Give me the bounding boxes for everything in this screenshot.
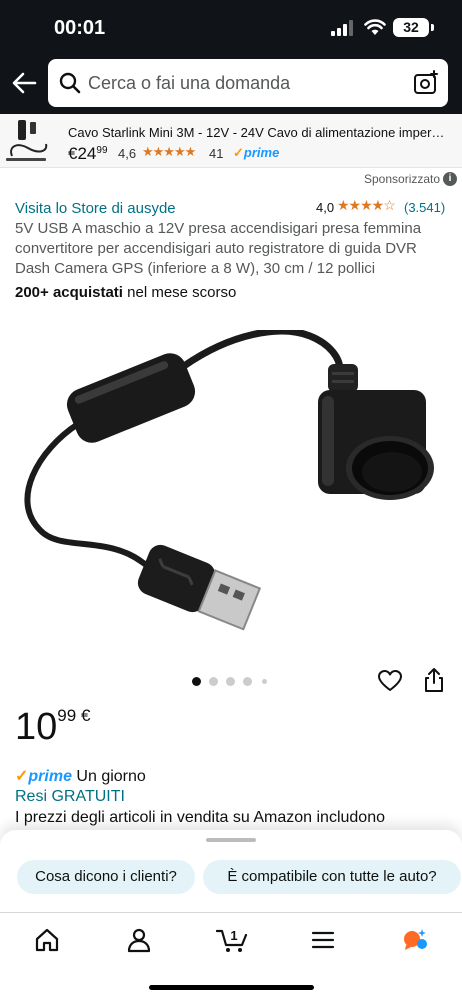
sponsored-label: Sponsorizzato (364, 172, 441, 186)
battery-cap (431, 24, 434, 31)
sponsored-product-price: €2499 (68, 144, 108, 164)
top-bar: 00:01 32 (0, 0, 462, 114)
carousel-dot[interactable] (262, 679, 267, 684)
bottom-nav: 1 (0, 912, 462, 1000)
purchase-count: 200+ acquistati nel mese scorso (15, 284, 236, 301)
home-indicator[interactable] (149, 985, 314, 990)
store-link[interactable]: Visita lo Store di ausyde (15, 200, 176, 217)
sponsored-product-review-count: 41 (209, 146, 224, 161)
delivery-info: ✓prime Un giorno (15, 766, 146, 786)
cart-icon[interactable]: 1 (216, 927, 248, 953)
status-bar: 00:01 32 (0, 0, 462, 56)
product-image[interactable] (20, 330, 440, 650)
sponsored-product-thumbnail[interactable] (4, 116, 54, 166)
free-returns-link[interactable]: Resi GRATUITI (15, 788, 125, 806)
price-currency: € (80, 706, 91, 725)
heart-icon[interactable] (377, 668, 403, 694)
carousel-dot[interactable] (226, 677, 235, 686)
share-icon[interactable] (423, 667, 445, 693)
sponsored-product-rating: 4,6 (118, 146, 137, 161)
menu-icon[interactable] (310, 927, 336, 953)
prime-check-icon: ✓ (15, 768, 29, 785)
carousel-dot[interactable] (209, 677, 218, 686)
signal-icon (331, 20, 353, 36)
home-icon[interactable] (34, 927, 60, 953)
info-icon[interactable]: i (443, 172, 457, 186)
price-fraction: 99 (57, 706, 77, 725)
quick-question-chip[interactable]: È compatibile con tutte le auto? (203, 860, 461, 894)
rufus-assistant-icon[interactable] (402, 927, 428, 953)
prime-label: prime (243, 145, 280, 160)
cart-count: 1 (230, 928, 237, 943)
product-price: 1099 € (15, 706, 90, 749)
sponsored-product-stars: ★★★★★ (142, 144, 196, 159)
search-bar[interactable] (48, 59, 448, 107)
product-stars[interactable]: ★★★★☆ (337, 197, 396, 214)
search-input[interactable] (88, 59, 408, 107)
product-review-count[interactable]: (3.541) (404, 200, 445, 215)
carousel-dot[interactable] (243, 677, 252, 686)
camera-search-icon[interactable] (413, 70, 439, 96)
price-disclaimer: I prezzi degli articoli in vendita su Am… (15, 809, 385, 826)
sponsored-price-fraction: 99 (96, 145, 108, 156)
prime-check-icon: ✓ (233, 145, 244, 160)
sponsored-product-title[interactable]: Cavo Starlink Mini 3M - 12V - 24V Cavo d… (68, 125, 450, 140)
sheet-drag-handle[interactable] (206, 838, 256, 842)
quick-questions-sheet: Cosa dicono i clienti? È compatibile con… (0, 830, 462, 912)
search-icon[interactable] (58, 71, 82, 95)
sponsored-product-banner[interactable]: Cavo Starlink Mini 3M - 12V - 24V Cavo d… (0, 114, 462, 168)
delivery-speed: Un giorno (71, 768, 146, 785)
prime-badge: ✓prime (15, 768, 72, 785)
purchase-count-strong: 200+ acquistati (15, 284, 123, 301)
price-whole: 10 (15, 706, 58, 748)
product-rating[interactable]: 4,0 (316, 200, 334, 215)
product-title: 5V USB A maschio a 12V presa accendisiga… (15, 220, 422, 277)
quick-question-chip[interactable]: Cosa dicono i clienti? (17, 860, 195, 894)
product-page: 00:01 32 Cerca o fai una domanda Cavo St… (0, 0, 462, 1000)
purchase-count-rest: nel mese scorso (122, 284, 237, 301)
status-time: 00:01 (54, 17, 106, 39)
back-arrow-icon[interactable] (8, 66, 40, 100)
carousel-dot[interactable] (192, 677, 201, 686)
sponsored-prime-badge: ✓prime (233, 145, 279, 161)
account-icon[interactable] (126, 927, 152, 953)
battery-indicator: 32 (393, 18, 429, 37)
sponsored-price-whole: 24 (77, 144, 97, 163)
wifi-icon (364, 19, 386, 35)
image-carousel-indicator[interactable] (192, 677, 272, 687)
prime-label: prime (28, 768, 72, 785)
